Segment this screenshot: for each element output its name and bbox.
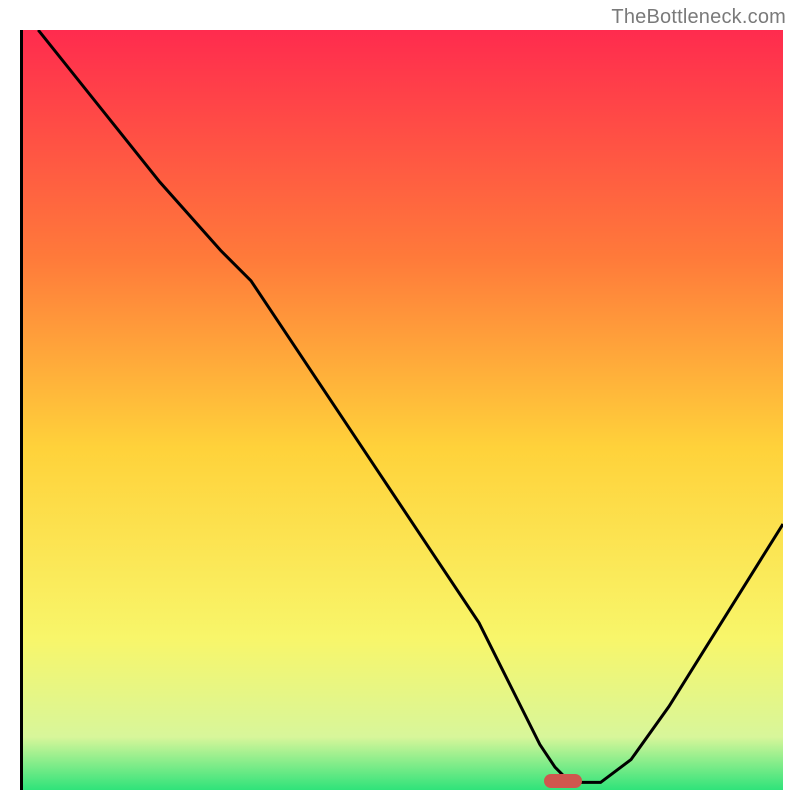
chart-plot-area bbox=[20, 30, 780, 790]
optimal-range-marker bbox=[544, 774, 582, 788]
chart-background bbox=[23, 30, 783, 790]
watermark-text: TheBottleneck.com bbox=[611, 6, 786, 29]
chart-svg bbox=[23, 30, 783, 790]
